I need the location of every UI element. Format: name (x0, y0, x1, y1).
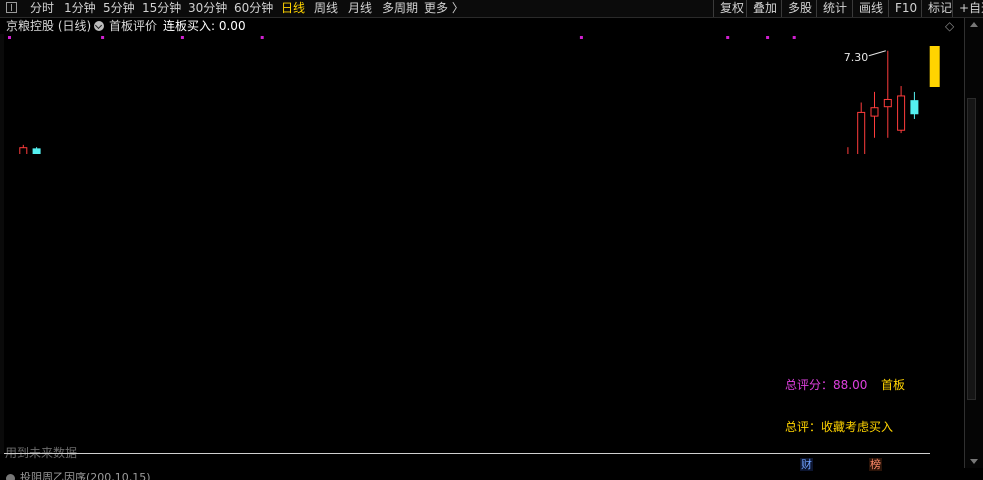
period-toolbar: 分时 1分钟 5分钟 15分钟 30分钟 60分钟 日线 周线 月线 多周期 更… (0, 0, 983, 18)
period-daily[interactable]: 日线 (281, 0, 305, 17)
panel-divider (4, 453, 930, 454)
candle-body (32, 148, 41, 154)
signal-marker (180, 36, 184, 39)
period-15min[interactable]: 15分钟 (142, 0, 181, 17)
candlestick-chart: 5.597.30 (8, 36, 940, 154)
scroll-up-icon[interactable] (970, 22, 978, 27)
stats-button[interactable]: 统计 (816, 0, 847, 17)
ranking-badge[interactable]: 榜 (869, 458, 882, 471)
candle-body (857, 111, 866, 154)
period-fenshi[interactable]: 分时 (30, 0, 54, 17)
signal-marker (766, 36, 770, 39)
period-multi[interactable]: 多周期 (382, 0, 418, 17)
f10-button[interactable]: F10 (888, 0, 917, 17)
total-comment: 总评：收藏考虑买入 (785, 420, 894, 434)
indicator-dropdown-icon[interactable] (94, 21, 104, 31)
shouban-label: 首板 (881, 378, 906, 392)
signal-marker (579, 36, 583, 39)
fuquan-button[interactable]: 复权 (713, 0, 744, 17)
scroll-down-icon[interactable] (970, 459, 978, 464)
period-30min[interactable]: 30分钟 (188, 0, 227, 17)
period-monthly[interactable]: 月线 (348, 0, 372, 17)
candle-body (910, 100, 919, 115)
candle-body (19, 147, 28, 154)
diamond-icon[interactable]: ◇ (945, 19, 954, 33)
candle-body (883, 98, 892, 108)
total-score: 总评分：88.00 (785, 378, 868, 392)
high-arrow (868, 50, 886, 57)
draw-line-button[interactable]: 画线 (852, 0, 883, 17)
period-5min[interactable]: 5分钟 (103, 0, 135, 17)
scroll-thumb[interactable] (967, 98, 976, 400)
add-watchlist-button[interactable]: +自选 (952, 0, 983, 17)
highlight-bar (929, 46, 940, 87)
period-60min[interactable]: 60分钟 (234, 0, 273, 17)
bottom-indicator-bar: 投阴周乙因序(200,10,15) (0, 472, 983, 480)
indicator-dot-icon[interactable] (6, 474, 15, 480)
signal-marker (792, 36, 796, 39)
overlay-button[interactable]: 叠加 (746, 0, 777, 17)
signal-marker (726, 36, 730, 39)
signal-marker (101, 36, 105, 39)
candle-body (870, 107, 879, 117)
candle-body (897, 95, 906, 131)
signal-marker (260, 36, 264, 39)
finance-badge[interactable]: 财 (800, 458, 813, 471)
lianban-value: 连板买入: 0.00 (163, 19, 246, 33)
period-1min[interactable]: 1分钟 (64, 0, 96, 17)
stock-name: 京粮控股 (日线) (6, 19, 92, 33)
right-scrollbar[interactable] (964, 18, 983, 468)
period-weekly[interactable]: 周线 (314, 0, 338, 17)
bottom-indicator-label: 投阴周乙因序(200,10,15) (20, 472, 151, 480)
indicator-name[interactable]: 首板评价 (109, 18, 157, 34)
high-price-label: 7.30 (844, 51, 869, 64)
multi-stock-button[interactable]: 多股 (781, 0, 812, 17)
period-more[interactable]: 更多 〉 (424, 0, 464, 17)
toggle-square-icon[interactable] (6, 2, 17, 13)
mark-button[interactable]: 标记 (921, 0, 952, 17)
signal-marker (8, 36, 11, 39)
